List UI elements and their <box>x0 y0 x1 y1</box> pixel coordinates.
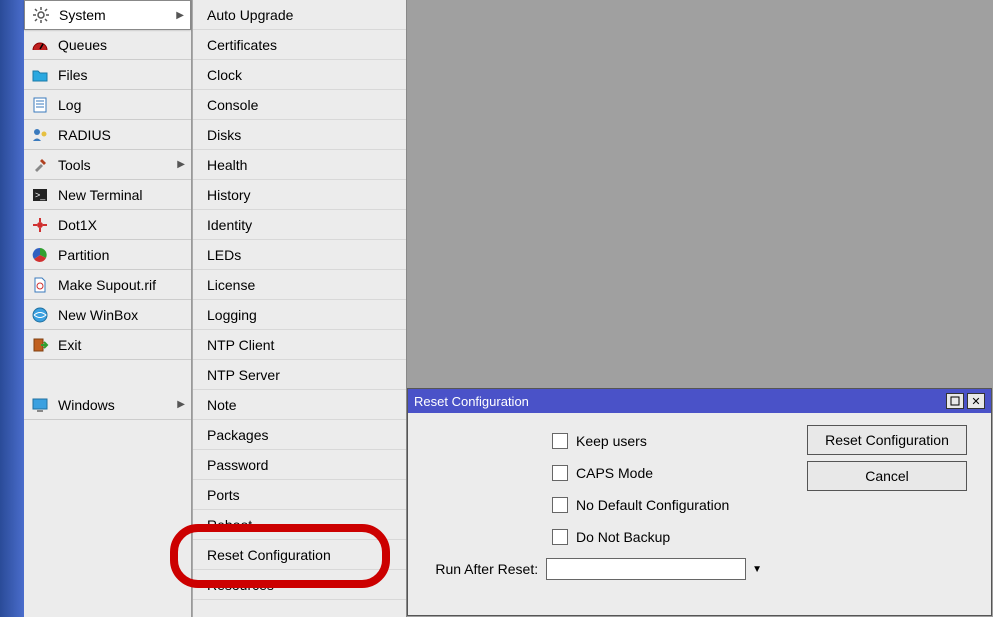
dialog-buttons: Reset Configuration Cancel <box>807 425 977 585</box>
sidebar-item-label: Queues <box>58 37 107 53</box>
cancel-button[interactable]: Cancel <box>807 461 967 491</box>
sidebar-item-label: Files <box>58 67 88 83</box>
chevron-right-icon: ▶ <box>176 10 184 21</box>
do-not-backup-checkbox[interactable] <box>552 529 568 545</box>
list-icon <box>30 95 50 115</box>
sidebar-item-label: Log <box>58 97 81 113</box>
submenu-item-identity[interactable]: Identity <box>193 210 406 240</box>
monitor-icon <box>30 395 50 415</box>
submenu-item-certificates[interactable]: Certificates <box>193 30 406 60</box>
system-submenu: Auto Upgrade Certificates Clock Console … <box>192 0 407 617</box>
minimize-icon[interactable] <box>946 393 964 409</box>
globe-icon <box>30 305 50 325</box>
sidebar-item-exit[interactable]: Exit <box>24 330 191 360</box>
checkbox-label: Keep users <box>576 433 647 449</box>
exit-icon <box>30 335 50 355</box>
sidebar-item-dot1x[interactable]: Dot1X <box>24 210 191 240</box>
pie-icon <box>30 245 50 265</box>
svg-text:>_: >_ <box>35 190 46 200</box>
sidebar-item-tools[interactable]: Tools ▶ <box>24 150 191 180</box>
sidebar-item-files[interactable]: Files <box>24 60 191 90</box>
gauge-icon <box>30 35 50 55</box>
sidebar-item-queues[interactable]: Queues <box>24 30 191 60</box>
sidebar-item-partition[interactable]: Partition <box>24 240 191 270</box>
sidebar-item-make-supout[interactable]: Make Supout.rif <box>24 270 191 300</box>
sidebar-item-label: Partition <box>58 247 109 263</box>
user-icon <box>30 125 50 145</box>
dialog-title: Reset Configuration <box>414 394 529 409</box>
sidebar-item-label: RADIUS <box>58 127 111 143</box>
dialog-options: Keep users CAPS Mode No Default Configur… <box>422 425 762 585</box>
submenu-item-history[interactable]: History <box>193 180 406 210</box>
submenu-item-leds[interactable]: LEDs <box>193 240 406 270</box>
submenu-item-reset-configuration[interactable]: Reset Configuration <box>193 540 406 570</box>
chevron-down-icon[interactable]: ▼ <box>752 564 762 575</box>
sidebar-item-windows[interactable]: Windows ▶ <box>24 390 191 420</box>
submenu-item-auto-upgrade[interactable]: Auto Upgrade <box>193 0 406 30</box>
wrench-icon <box>30 155 50 175</box>
submenu-item-ntp-client[interactable]: NTP Client <box>193 330 406 360</box>
sidebar-item-label: Tools <box>58 157 91 173</box>
chevron-right-icon: ▶ <box>177 399 185 410</box>
submenu-item-packages[interactable]: Packages <box>193 420 406 450</box>
submenu-item-license[interactable]: License <box>193 270 406 300</box>
checkbox-label: No Default Configuration <box>576 497 729 513</box>
sidebar-item-label: Windows <box>58 397 115 413</box>
close-icon[interactable]: ✕ <box>967 393 985 409</box>
chevron-right-icon: ▶ <box>177 159 185 170</box>
checkbox-label: Do Not Backup <box>576 529 670 545</box>
submenu-item-clock[interactable]: Clock <box>193 60 406 90</box>
caps-mode-checkbox[interactable] <box>552 465 568 481</box>
folder-icon <box>30 65 50 85</box>
sidebar-item-label: New Terminal <box>58 187 143 203</box>
submenu-item-health[interactable]: Health <box>193 150 406 180</box>
main-sidebar: System ▶ Queues Files Log RADIUS Tools ▶ <box>24 0 192 617</box>
keep-users-checkbox[interactable] <box>552 433 568 449</box>
sidebar-item-label: Dot1X <box>58 217 97 233</box>
sidebar-item-radius[interactable]: RADIUS <box>24 120 191 150</box>
gear-icon <box>31 5 51 25</box>
checkbox-label: CAPS Mode <box>576 465 653 481</box>
terminal-icon: >_ <box>30 185 50 205</box>
submenu-item-note[interactable]: Note <box>193 390 406 420</box>
sidebar-item-label: New WinBox <box>58 307 138 323</box>
dialog-titlebar[interactable]: Reset Configuration ✕ <box>408 389 991 413</box>
no-default-config-checkbox[interactable] <box>552 497 568 513</box>
sidebar-item-log[interactable]: Log <box>24 90 191 120</box>
submenu-item-resources[interactable]: Resources <box>193 570 406 600</box>
sidebar-item-system[interactable]: System ▶ <box>24 0 191 30</box>
submenu-item-disks[interactable]: Disks <box>193 120 406 150</box>
submenu-item-ntp-server[interactable]: NTP Server <box>193 360 406 390</box>
reset-configuration-button[interactable]: Reset Configuration <box>807 425 967 455</box>
sidebar-item-new-terminal[interactable]: >_ New Terminal <box>24 180 191 210</box>
file-icon <box>30 275 50 295</box>
reset-configuration-dialog: Reset Configuration ✕ Keep users CAPS Mo… <box>407 388 992 616</box>
window-left-strip <box>0 0 24 617</box>
dot-icon <box>30 215 50 235</box>
sidebar-item-label: System <box>59 7 106 23</box>
sidebar-item-label: Exit <box>58 337 81 353</box>
run-after-reset-label: Run After Reset: <box>422 561 546 577</box>
sidebar-gap <box>24 360 191 390</box>
sidebar-item-new-winbox[interactable]: New WinBox <box>24 300 191 330</box>
sidebar-item-label: Make Supout.rif <box>58 277 156 293</box>
submenu-item-logging[interactable]: Logging <box>193 300 406 330</box>
submenu-item-console[interactable]: Console <box>193 90 406 120</box>
run-after-reset-input[interactable] <box>546 558 746 580</box>
submenu-item-reboot[interactable]: Reboot <box>193 510 406 540</box>
submenu-item-ports[interactable]: Ports <box>193 480 406 510</box>
submenu-item-password[interactable]: Password <box>193 450 406 480</box>
